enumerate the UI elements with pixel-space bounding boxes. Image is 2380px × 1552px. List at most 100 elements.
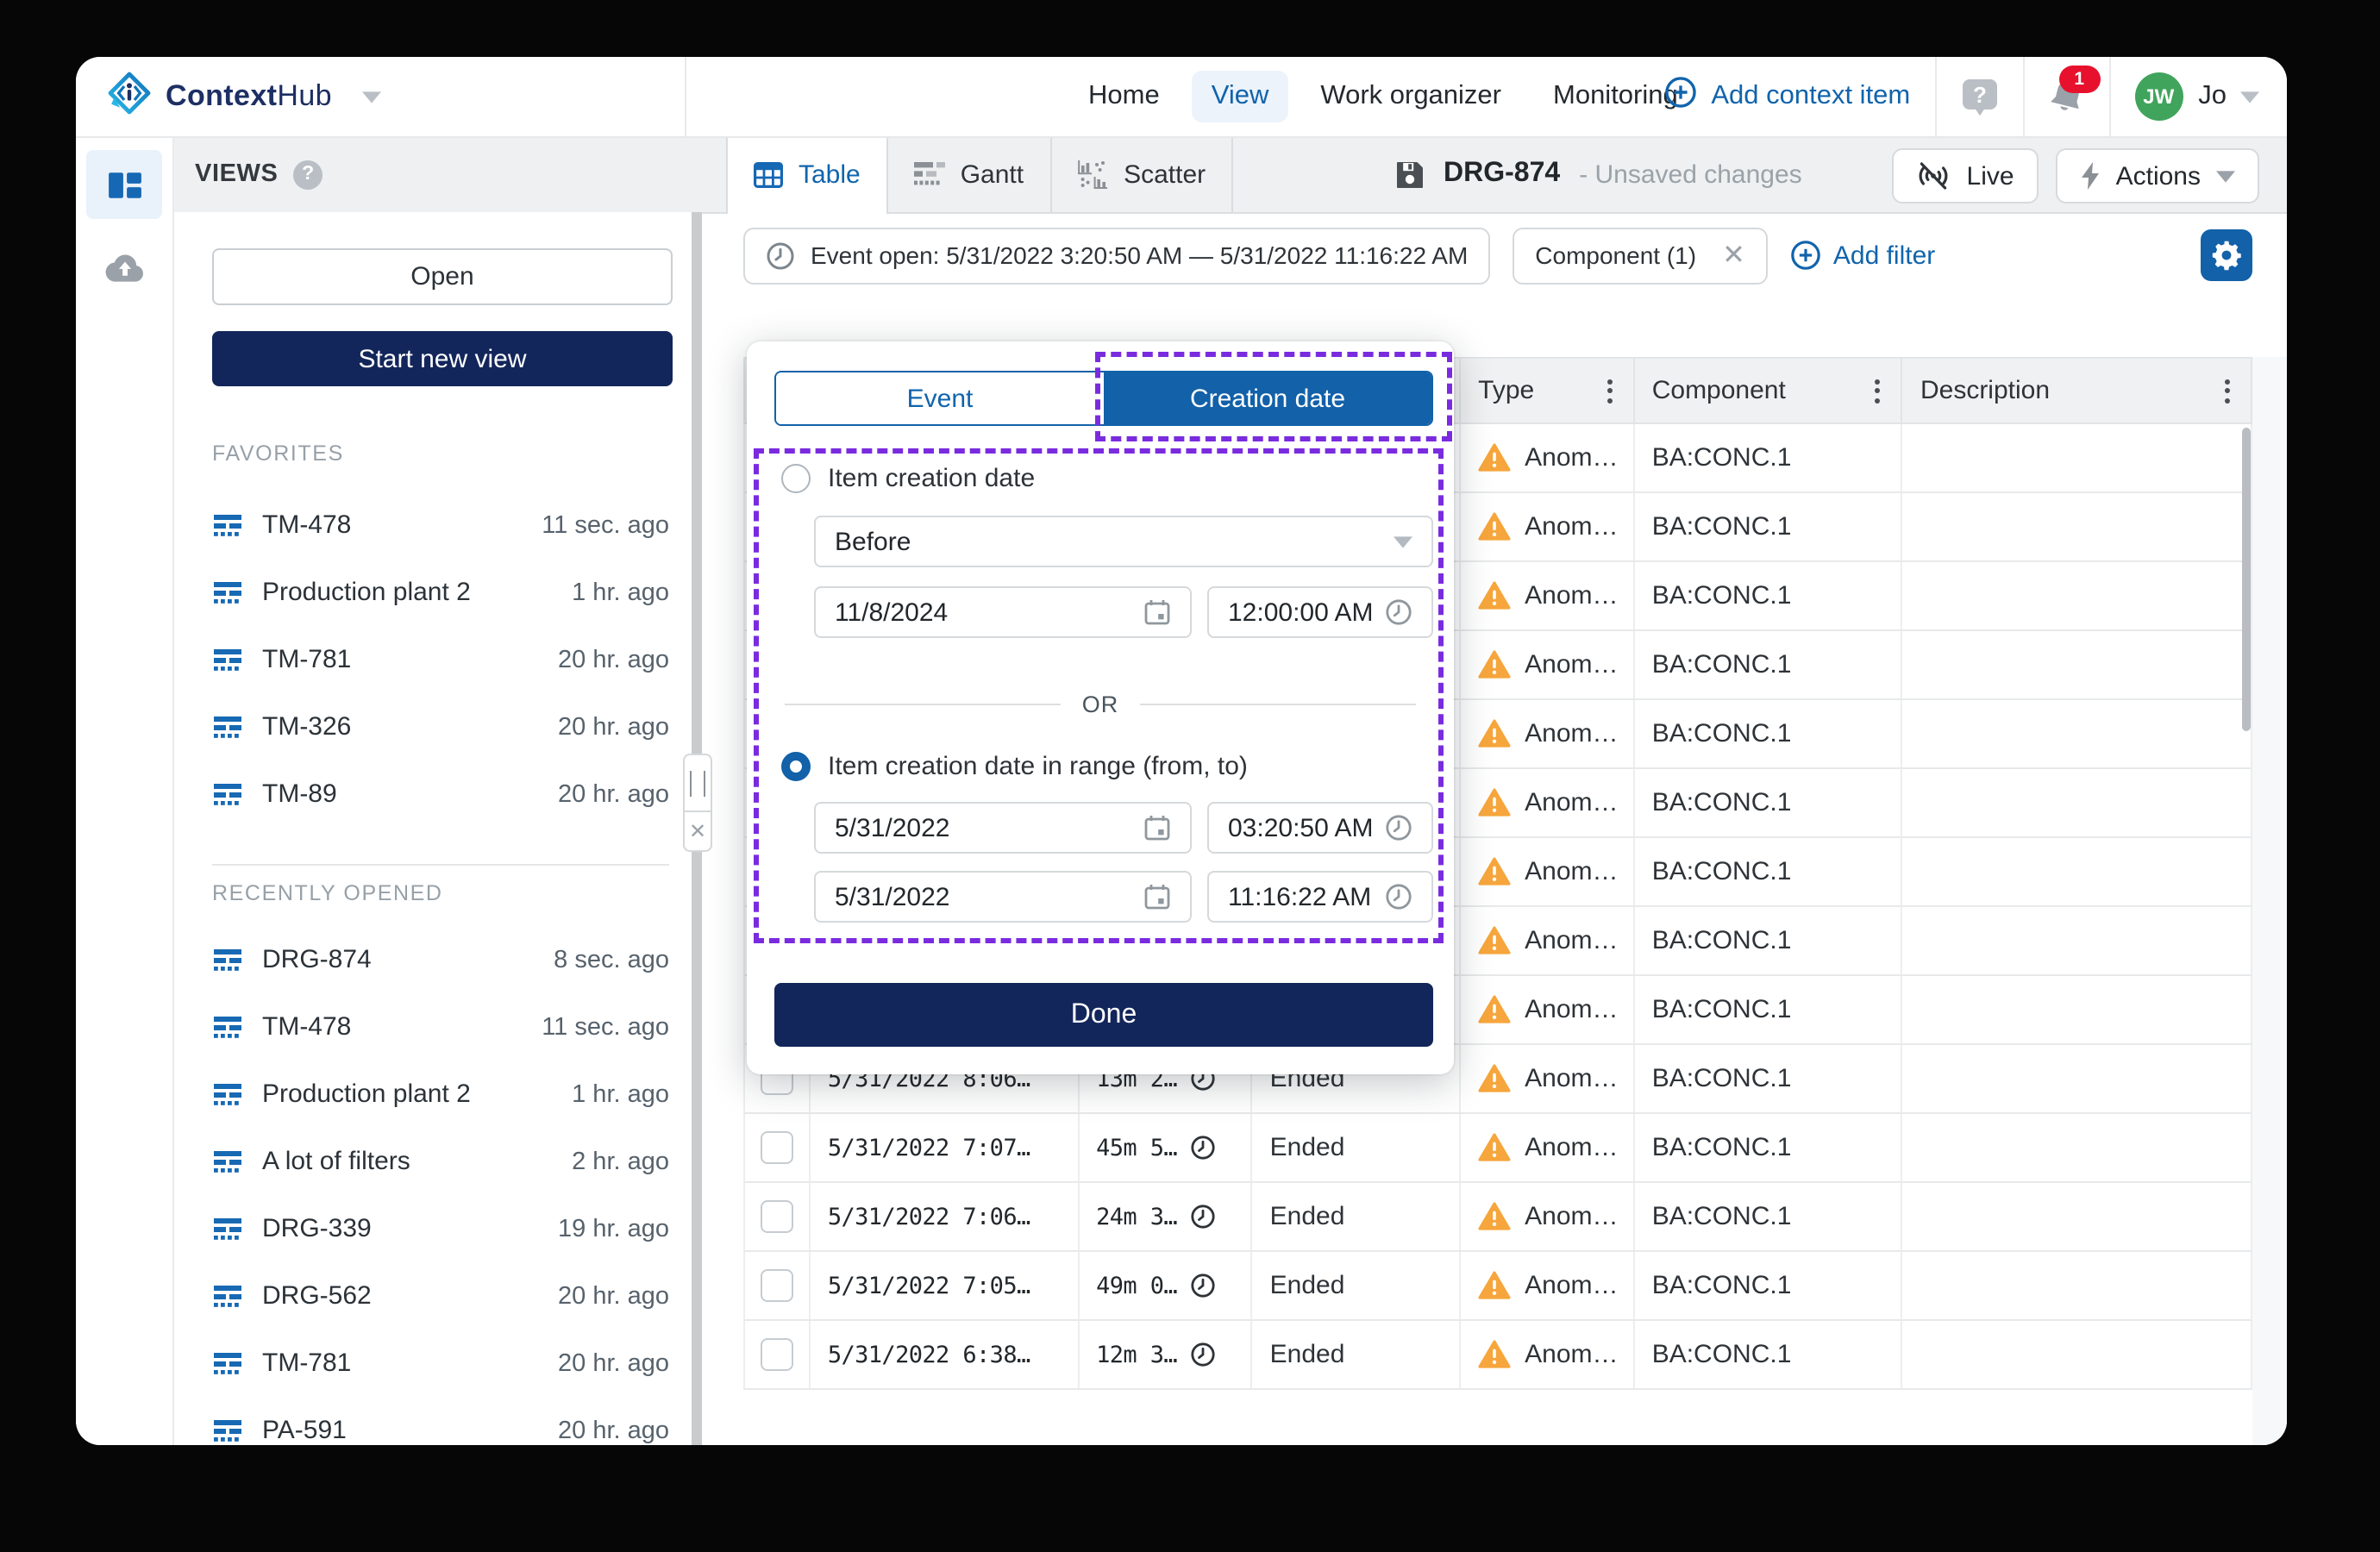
warning-icon — [1478, 995, 1511, 1024]
type-cell: Anom… — [1461, 838, 1635, 905]
component-cell: BA:CONC.1 — [1635, 1183, 1903, 1250]
recent-item-drg-562[interactable]: DRG-56220 hr. ago — [172, 1262, 692, 1330]
table-scrollbar[interactable] — [2242, 428, 2251, 731]
resize-grip-handle[interactable] — [683, 754, 712, 812]
row-checkbox[interactable] — [761, 1200, 793, 1233]
single-time-input[interactable]: 12:00:00 AM — [1207, 586, 1433, 638]
view-item-name: TM-781 — [262, 645, 351, 674]
views-rail-button[interactable] — [86, 150, 162, 219]
favorite-item-tm-781[interactable]: TM-781 20 hr. ago — [172, 626, 692, 693]
clock-icon — [1189, 1204, 1215, 1230]
view-tab-gantt[interactable]: Gantt — [888, 136, 1051, 212]
calendar-icon[interactable] — [1143, 883, 1171, 911]
description-cell — [1903, 1045, 2251, 1112]
type-value: Anom… — [1525, 1271, 1616, 1300]
row-checkbox[interactable] — [761, 1131, 793, 1164]
single-date-input[interactable]: 11/8/2024 — [814, 586, 1192, 638]
column-header-type[interactable]: Type — [1461, 359, 1635, 422]
favorite-item-tm-478[interactable]: TM-47811 sec. ago — [172, 491, 692, 559]
nav-item-view[interactable]: View — [1193, 71, 1288, 122]
component-cell: BA:CONC.1 — [1635, 907, 1903, 974]
row-checkbox[interactable] — [761, 1338, 793, 1371]
view-item-name: DRG-874 — [262, 945, 372, 974]
views-help-icon[interactable]: ? — [293, 160, 323, 189]
component-cell: BA:CONC.1 — [1635, 631, 1903, 698]
item-creation-range-radio-row[interactable]: Item creation date in range (from, to) — [781, 752, 1248, 781]
tab-creation-date[interactable]: Creation date — [1104, 372, 1431, 424]
to-date-input[interactable]: 5/31/2022 — [814, 871, 1192, 923]
clock-icon — [766, 241, 795, 270]
recent-item-a-lot-of-filters[interactable]: A lot of filters2 hr. ago — [172, 1128, 692, 1195]
column-header-description[interactable]: Description — [1903, 359, 2251, 422]
type-cell: Anom… — [1461, 769, 1635, 836]
recent-item-drg-874[interactable]: DRG-8748 sec. ago — [172, 926, 692, 993]
app-logo[interactable]: ContextHub — [107, 57, 382, 136]
recently-opened-list: DRG-8748 sec. agoTM-47811 sec. agoProduc… — [172, 926, 692, 1445]
row-checkbox[interactable] — [761, 1269, 793, 1302]
user-menu-chevron-down-icon[interactable] — [2240, 91, 2259, 103]
view-item-icon — [212, 1079, 243, 1110]
cloud-upload-rail-button[interactable] — [86, 233, 162, 302]
screen-background: ContextHub HomeViewWork organizerMonitor… — [0, 0, 2380, 1552]
favorite-item-tm-326[interactable]: TM-32620 hr. ago — [172, 693, 692, 760]
remove-component-filter-icon[interactable]: ✕ — [1722, 238, 1745, 272]
save-icon[interactable] — [1395, 160, 1425, 189]
notifications-button[interactable]: 1 — [2048, 78, 2084, 116]
from-date-input[interactable]: 5/31/2022 — [814, 802, 1192, 854]
sidebar-section-divider — [212, 864, 669, 866]
type-cell: Anom… — [1461, 1045, 1635, 1112]
warning-icon — [1478, 1133, 1511, 1162]
view-item-time: 20 hr. ago — [558, 646, 669, 673]
clock-icon[interactable] — [1385, 883, 1412, 911]
calendar-icon[interactable] — [1143, 814, 1171, 842]
nav-item-work-organizer[interactable]: Work organizer — [1301, 71, 1520, 122]
column-menu-icon[interactable] — [1604, 372, 1616, 410]
description-cell — [1903, 1252, 2251, 1319]
clock-icon[interactable] — [1385, 814, 1412, 842]
recent-item-tm-781[interactable]: TM-78120 hr. ago — [172, 1330, 692, 1397]
add-context-item-button[interactable]: Add context item — [1664, 76, 1910, 117]
recent-item-pa-591[interactable]: PA-59120 hr. ago — [172, 1397, 692, 1445]
live-button[interactable]: Live — [1893, 148, 2039, 203]
recent-item-production-plant-2[interactable]: Production plant 21 hr. ago — [172, 1061, 692, 1128]
column-menu-icon[interactable] — [1872, 372, 1884, 410]
view-item-time: 1 hr. ago — [572, 1080, 669, 1108]
collapse-panel-button[interactable]: ✕ — [683, 812, 712, 852]
item-creation-date-radio-row[interactable]: Item creation date — [781, 464, 1035, 493]
actions-button[interactable]: Actions — [2056, 148, 2259, 203]
recent-item-tm-478[interactable]: TM-47811 sec. ago — [172, 993, 692, 1061]
table-settings-button[interactable] — [2201, 229, 2252, 281]
favorite-item-production-plant-2[interactable]: Production plant 21 hr. ago — [172, 559, 692, 626]
type-value: Anom… — [1525, 1064, 1616, 1093]
done-button[interactable]: Done — [774, 983, 1433, 1047]
help-button[interactable]: ? — [1960, 77, 1998, 116]
filter-mode-tabs: Event Creation date — [774, 371, 1433, 426]
duration-cell: 12m 3… — [1079, 1321, 1253, 1388]
component-filter-chip[interactable]: Component (1) ✕ — [1513, 227, 1768, 284]
column-menu-icon[interactable] — [2221, 372, 2233, 410]
view-item-name: TM-781 — [262, 1349, 351, 1378]
column-header-component[interactable]: Component — [1635, 359, 1903, 422]
favorite-item-tm-89[interactable]: TM-8920 hr. ago — [172, 760, 692, 828]
radio-unselected-icon[interactable] — [781, 464, 811, 493]
start-new-view-button[interactable]: Start new view — [212, 331, 673, 386]
operator-select[interactable]: Before — [814, 516, 1433, 567]
from-time-input[interactable]: 03:20:50 AM — [1207, 802, 1433, 854]
avatar[interactable]: JW — [2134, 72, 2183, 121]
open-view-button[interactable]: Open — [212, 248, 673, 305]
event-open-cell: 5/31/2022 7:07… — [811, 1114, 1079, 1181]
radio-selected-icon[interactable] — [781, 752, 811, 781]
to-time-input[interactable]: 11:16:22 AM — [1207, 871, 1433, 923]
calendar-icon[interactable] — [1143, 598, 1171, 626]
tab-event[interactable]: Event — [776, 372, 1104, 424]
event-open-filter-chip[interactable]: Event open: 5/31/2022 3:20:50 AM — 5/31/… — [743, 227, 1490, 284]
status-cell: Ended — [1253, 1252, 1461, 1319]
recent-item-drg-339[interactable]: DRG-33919 hr. ago — [172, 1195, 692, 1262]
clock-icon[interactable] — [1385, 598, 1412, 626]
view-tab-table[interactable]: Table — [726, 136, 888, 214]
logo-chevron-down-icon[interactable] — [363, 91, 382, 103]
view-tab-scatter[interactable]: Scatter — [1051, 136, 1233, 212]
nav-item-home[interactable]: Home — [1069, 71, 1179, 122]
component-filter-label: Component (1) — [1535, 241, 1696, 269]
add-filter-button[interactable]: Add filter — [1790, 240, 1935, 271]
